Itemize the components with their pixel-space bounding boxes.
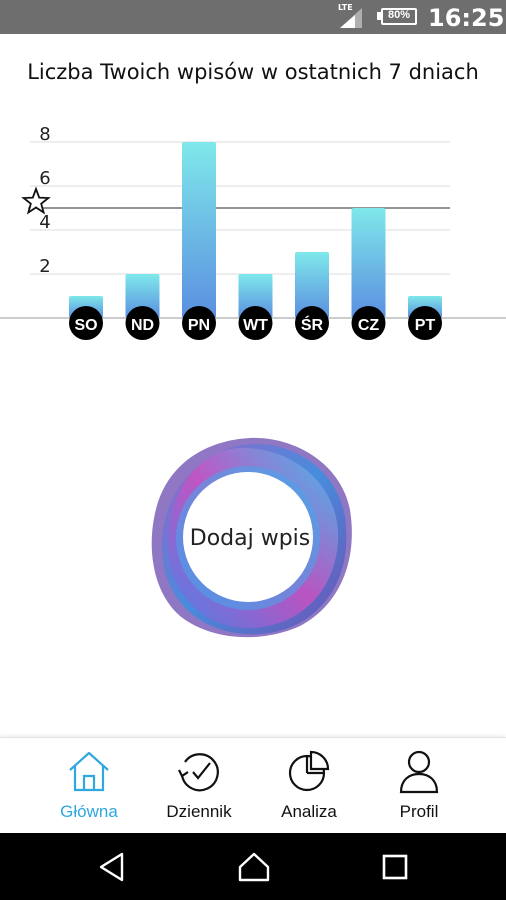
y-tick-label: 4 (39, 212, 50, 233)
page-title: Liczba Twoich wpisów w ostatnich 7 dniac… (27, 60, 479, 84)
add-entry-widget[interactable]: Dodaj wpis (140, 430, 360, 650)
bottom-navigation: Główna Dziennik Analiza Profil (0, 737, 506, 834)
home-circle-icon[interactable] (238, 851, 270, 883)
bar-pn (182, 142, 216, 318)
nav-item-analysis[interactable]: Analiza (254, 738, 364, 834)
clock: 16:25 (428, 4, 505, 32)
battery-level: 80% (387, 9, 411, 21)
y-tick-label: 8 (39, 124, 50, 145)
home-icon (69, 751, 109, 792)
y-tick-label: 6 (39, 168, 50, 189)
add-entry-button[interactable] (183, 472, 313, 602)
pie-chart-icon (288, 750, 330, 792)
star-outline-icon (21, 186, 51, 215)
network-type: LTE (338, 3, 353, 12)
entries-bar-chart: 2 4 6 8 SO ND PN WT ŚR CZ PT (0, 124, 506, 340)
status-bar: LTE 80% 16:25 (0, 0, 506, 34)
history-clock-icon (178, 753, 219, 792)
back-icon[interactable] (96, 851, 128, 883)
x-tick-label: SO (74, 317, 97, 334)
nav-label-analysis: Analiza (281, 802, 337, 821)
x-tick-label: PN (188, 317, 210, 334)
recents-icon[interactable] (379, 851, 411, 883)
system-navigation-bar (0, 833, 506, 900)
nav-item-journal[interactable]: Dziennik (144, 738, 254, 834)
y-tick-label: 2 (39, 256, 50, 277)
x-tick-label: ND (131, 317, 154, 334)
x-tick-label: PT (415, 317, 436, 334)
bar-cz (351, 208, 386, 318)
user-icon (399, 750, 439, 794)
nav-item-profile[interactable]: Profil (364, 738, 474, 834)
x-tick-label: WT (243, 317, 268, 334)
nav-item-home[interactable]: Główna (34, 738, 144, 834)
x-tick-label: CZ (358, 317, 380, 334)
nav-label-home: Główna (60, 802, 118, 821)
nav-label-profile: Profil (399, 802, 439, 821)
nav-label-journal: Dziennik (166, 802, 232, 821)
x-tick-label: ŚR (301, 315, 324, 334)
